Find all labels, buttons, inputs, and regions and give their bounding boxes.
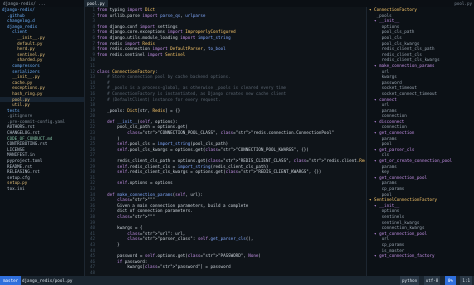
status-right: python utf-8 0% 1:1 xyxy=(398,276,472,285)
code-line[interactable] xyxy=(97,270,363,276)
tree-file[interactable]: tox.ini xyxy=(0,186,84,192)
code-line[interactable]: redis_client_cls_path = options.get(clas… xyxy=(97,158,365,164)
editor-pane[interactable]: 1 2 3 4 5 6 7 8 9 10 11 12 13 14 15 16 17 18 19 20 21 22 23 24 2… xyxy=(85,7,365,276)
symbol-outline[interactable]: ▾ ConnectionFactory _pools ▾ __init__ op… xyxy=(366,7,474,276)
code-line[interactable]: class="str">"CONNECTION_POOL_CLASS", cla… xyxy=(97,130,363,136)
code-buffer[interactable]: from typing import Dict from urllib.parse… xyxy=(97,7,365,276)
current-file: django_redis/pool.py xyxy=(22,278,73,283)
scroll-percent: 0% xyxy=(444,276,456,285)
tabline: django-redis/ ... pool.py pool.py xyxy=(0,0,474,7)
line-number: 48 xyxy=(89,269,95,275)
tabline-right-label: pool.py xyxy=(454,1,472,6)
encoding: utf-8 xyxy=(423,276,441,285)
statusline: master django_redis/pool.py python utf-8… xyxy=(0,276,474,285)
outline-function[interactable]: ▾ get_connection_factory xyxy=(367,253,474,259)
tab-file-tree[interactable]: django-redis/ ... xyxy=(0,0,49,7)
line-numbers: 1 2 3 4 5 6 7 8 9 10 11 12 13 14 15 16 17 18 19 20 21 22 23 24 2… xyxy=(85,7,95,276)
git-branch: master xyxy=(0,276,22,285)
file-tree[interactable]: django-redis/ .github changelog.d django… xyxy=(0,7,85,276)
tab-pool-py[interactable]: pool.py xyxy=(84,0,108,7)
cursor-position: 1:1 xyxy=(460,276,472,285)
filetype: python xyxy=(400,276,420,285)
